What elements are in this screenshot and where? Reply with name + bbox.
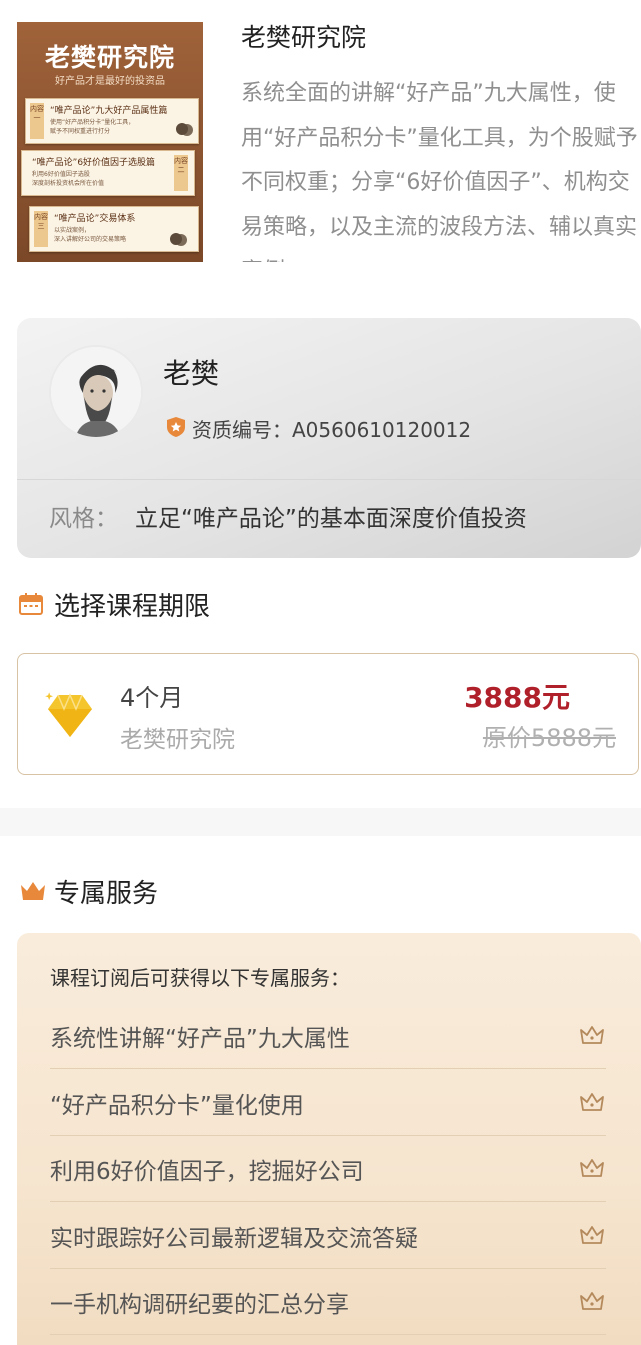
cover-panel-line3: 赋予不同权重进行打分 <box>50 128 111 135</box>
service-item-label: “好产品积分卡”量化使用 <box>50 1093 304 1119</box>
period-price: 3888元 <box>464 681 570 714</box>
teacher-name: 老樊 <box>163 357 220 390</box>
bearded-man-sketch-icon <box>51 347 141 437</box>
style-label: 风格： <box>49 506 118 532</box>
cover-panel-tag: 内容三 <box>34 211 48 247</box>
crown-icon <box>580 1226 604 1244</box>
cover-panel-line2: 使用“好产品积分卡”量化工具， <box>50 119 135 126</box>
service-item: 系统性讲解“好产品”九大属性 <box>50 1003 606 1069</box>
service-item: “好产品积分卡”量化使用 <box>50 1070 606 1136</box>
course-header: 老樊研究院 好产品才是最好的投资品 内容一 “唯产品论”九大好产品属性篇 使用“… <box>0 0 641 300</box>
crown-icon <box>580 1093 604 1111</box>
cover-panel-line1: “唯产品论”6好价值因子选股篇 <box>32 158 156 168</box>
service-item: 利用6好价值因子，挖掘好公司 <box>50 1136 606 1202</box>
cover-panel-1: 内容一 “唯产品论”九大好产品属性篇 使用“好产品积分卡”量化工具， 赋予不同权… <box>25 98 199 144</box>
cover-panel-line2: 以实战案例， <box>54 227 91 234</box>
service-item-label: 一手机构调研纪要的汇总分享 <box>50 1292 349 1318</box>
course-title: 老樊研究院 <box>241 23 367 52</box>
crown-icon <box>21 882 45 900</box>
shield-badge-icon <box>167 417 185 437</box>
style-text: 立足“唯产品论”的基本面深度价值投资 <box>135 506 527 532</box>
service-item-label: 实时跟踪好公司最新逻辑及交流答疑 <box>50 1226 418 1252</box>
service-item: 一手机构调研纪要的汇总分享 <box>50 1269 606 1335</box>
service-item: 实时跟踪好公司最新逻辑及交流答疑 <box>50 1203 606 1269</box>
coin-icon <box>170 233 182 245</box>
service-item-label: 利用6好价值因子，挖掘好公司 <box>50 1159 364 1185</box>
section-title-services: 专属服务 <box>54 879 159 909</box>
cover-panel-line1: “唯产品论”九大好产品属性篇 <box>50 106 168 116</box>
course-description: 系统全面的讲解“好产品”九大属性，使用“好产品积分卡”量化工具，为个股赋予不同权… <box>241 81 638 262</box>
service-item-label: 系统性讲解“好产品”九大属性 <box>50 1026 350 1052</box>
cover-title: 老樊研究院 <box>44 43 175 72</box>
period-option-card[interactable]: 4个月 老樊研究院 3888元 原价5888元 <box>17 653 639 775</box>
period-original-price: 原价5888元 <box>482 724 616 752</box>
crown-icon <box>580 1159 604 1177</box>
cover-panel-3: 内容三 “唯产品论”交易体系 以实战案例， 深入讲解好公司的交易策略 <box>29 206 199 252</box>
cover-panel-line3: 深度剖析投资机会所在价值 <box>32 180 105 187</box>
course-cover-image[interactable]: 老樊研究院 好产品才是最好的投资品 内容一 “唯产品论”九大好产品属性篇 使用“… <box>17 22 203 262</box>
services-card: 课程订阅后可获得以下专属服务： 系统性讲解“好产品”九大属性 “好产品积分卡”量… <box>17 933 641 1345</box>
section-title-period: 选择课程期限 <box>54 592 211 622</box>
cover-panel-line2: 利用6好价值因子选股 <box>32 171 90 178</box>
qualification-number: 资质编号：A0560610120012 <box>192 418 472 442</box>
period-duration: 4个月 <box>120 684 184 712</box>
cover-panel-2: 内容二 “唯产品论”6好价值因子选股篇 利用6好价值因子选股 深度剖析投资机会所… <box>21 150 195 196</box>
cover-panel-tag: 内容一 <box>30 103 44 139</box>
section-separator <box>0 808 641 836</box>
teacher-avatar <box>49 345 143 439</box>
cover-subtitle: 好产品才是最好的投资品 <box>55 76 165 87</box>
crown-icon <box>580 1292 604 1310</box>
calendar-icon <box>19 593 43 615</box>
cover-panel-line3: 深入讲解好公司的交易策略 <box>54 236 127 243</box>
cover-panel-line1: “唯产品论”交易体系 <box>54 214 136 224</box>
diamond-icon <box>45 692 92 737</box>
divider <box>17 479 641 480</box>
period-org-name: 老樊研究院 <box>120 727 235 753</box>
teacher-card[interactable]: 老樊 资质编号：A0560610120012 风格： 立足“唯产品论”的基本面深… <box>17 318 641 558</box>
crown-icon <box>580 1026 604 1044</box>
cover-panel-tag: 内容二 <box>174 155 188 191</box>
services-intro: 课程订阅后可获得以下专属服务： <box>50 966 350 990</box>
coin-icon <box>176 123 188 135</box>
